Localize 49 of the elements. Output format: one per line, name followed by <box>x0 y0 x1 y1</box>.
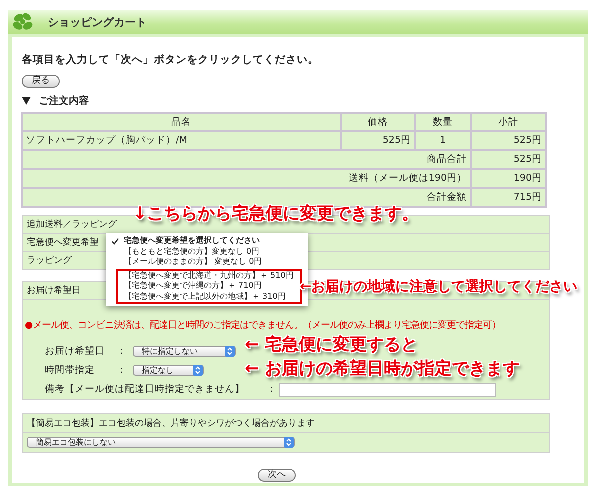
eco-title: 【簡易エコ包装】エコ包装の場合、片寄りやシワがつく場合があります <box>27 418 315 430</box>
column-header: 数量 <box>416 114 470 130</box>
header-title: ショッピングカート <box>48 14 147 30</box>
option-label: 追加送料／ラッピング <box>27 218 117 231</box>
separator-text: ： <box>117 364 128 377</box>
annotation-text: ← 宅急便に変更すると <box>245 337 418 354</box>
instruction-text: 各項目を入力して「次へ」ボタンをクリックしてください。 <box>22 53 320 67</box>
table-cell: 525円 <box>472 132 545 149</box>
leaf-logo-icon <box>12 12 34 32</box>
delivery-note: ●メール便、コンビニ決済は、配達日と時間のご指定はできません。（メール便のみ上欄より宅急便に変更で指定可） <box>25 320 502 332</box>
field-label: 時間帯指定 <box>45 364 96 377</box>
table-cell: 525円 <box>342 132 414 149</box>
stepper-icon <box>193 365 203 376</box>
menu-item[interactable]: 【もともと宅急便の方】変更なし 0円 <box>106 246 308 257</box>
back-button[interactable]: 戻る <box>22 75 60 88</box>
summary-value: 525円 <box>472 151 545 168</box>
menu-item[interactable]: 【宅急便へ変更で沖縄の方】＋ 710円 <box>118 281 300 292</box>
annotation-text: ↓こちらから宅急便に変更できます。 <box>133 206 420 223</box>
column-header: 品名 <box>23 114 340 130</box>
option-label: ラッピング <box>27 254 72 267</box>
delivery-title: お届け希望日 <box>27 284 81 297</box>
menu-item[interactable]: 【宅急便へ変更で上記以外の地域】＋ 310円 <box>118 292 300 302</box>
check-icon <box>112 238 119 245</box>
table-cell: ソフトハーフカップ（胸パッド）/M <box>23 132 340 149</box>
stepper-icon <box>225 346 235 357</box>
separator-text: ： <box>117 345 128 358</box>
field-label: 備考【メール便は配達日時指定できません】 <box>45 383 245 396</box>
summary-value: 715円 <box>472 189 545 206</box>
column-header: 価格 <box>342 114 414 130</box>
menu-item[interactable]: 【宅急便へ変更で北海道・九州の方】＋ 510円 <box>118 270 300 281</box>
annotation-text: ← お届けの希望日時が指定できます <box>245 361 520 378</box>
select-field[interactable]: 特に指定しない <box>133 346 236 357</box>
column-header: 小計 <box>472 114 545 130</box>
summary-label: 送料（メール便は190円） <box>23 170 470 187</box>
stepper-icon <box>284 437 294 448</box>
input-field[interactable] <box>279 382 496 396</box>
select-field[interactable]: 簡易エコ包装にしない <box>27 437 295 448</box>
next-button[interactable]: 次へ <box>258 469 296 482</box>
select-field[interactable]: 指定なし <box>133 365 204 376</box>
summary-value: 190円 <box>472 170 545 187</box>
triangle-icon[interactable] <box>22 97 31 105</box>
menu-item[interactable]: 【メール便のままの方】 変更なし 0円 <box>106 257 308 268</box>
option-label: 宅急便へ変更希望 <box>27 236 99 249</box>
menu-item[interactable]: 宅急便へ変更希望を選択してください <box>106 236 308 246</box>
field-label: お届け希望日 <box>45 345 106 358</box>
section-title: ご注文内容 <box>39 94 89 108</box>
table-cell: 1 <box>416 132 470 149</box>
separator-text: ： <box>267 383 278 396</box>
summary-label: 商品合計 <box>23 151 470 168</box>
